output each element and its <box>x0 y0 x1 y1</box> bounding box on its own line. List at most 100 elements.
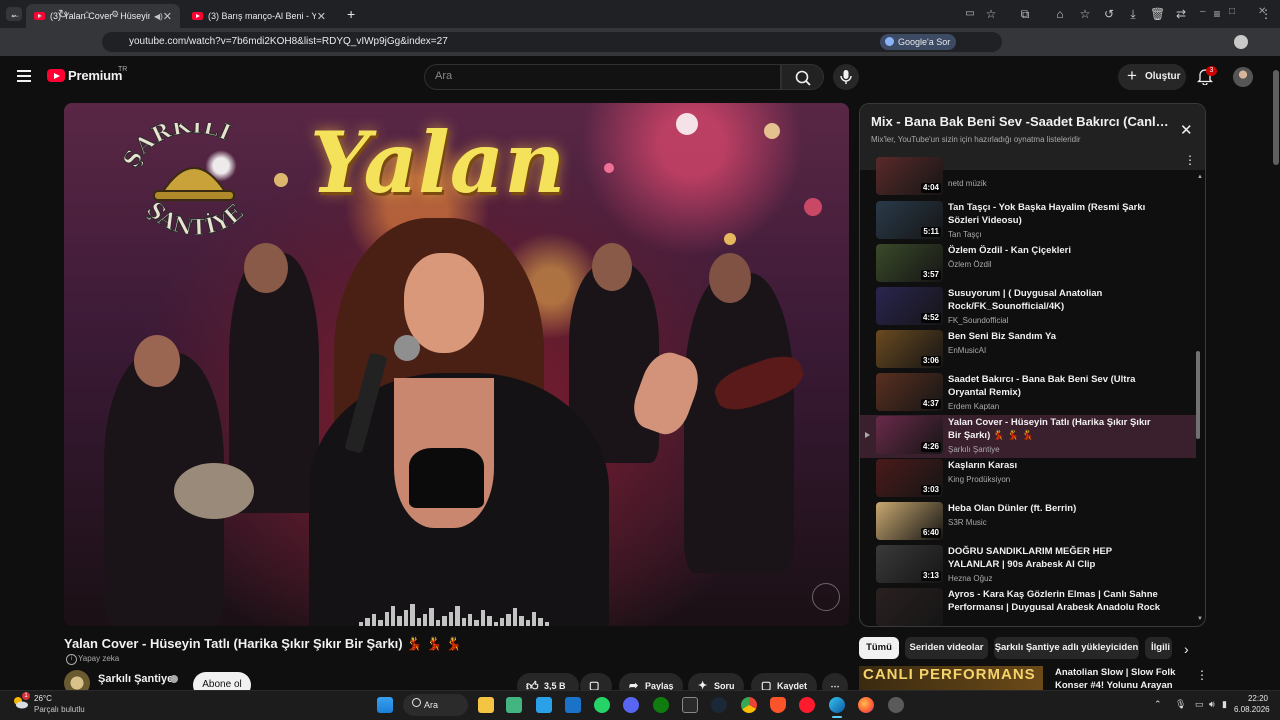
new-tab-button[interactable]: + <box>347 6 355 22</box>
reading-list-icon[interactable]: ≡ <box>1210 7 1224 21</box>
channel-name[interactable]: Şarkılı Şantiye <box>98 673 173 685</box>
windows-start-icon[interactable] <box>377 697 393 713</box>
playlist-item[interactable]: 5:11 Tan Taşçı - Yok Başka Hayalim (Resmi… <box>860 200 1196 243</box>
edge-icon[interactable] <box>829 697 845 713</box>
battery-icon[interactable]: ▮ <box>1222 699 1227 710</box>
youtube-logo-icon[interactable] <box>47 69 65 82</box>
create-button[interactable]: Oluştur <box>1118 63 1186 90</box>
playlist-item-thumbnail[interactable]: 3:03 <box>876 459 943 497</box>
playlist-title[interactable]: Mix - Bana Bak Beni Sev -Saadet Bakırcı … <box>871 114 1171 129</box>
translate-icon[interactable]: ⇄ <box>1174 7 1188 21</box>
browser-menu-icon[interactable]: ⋮ <box>1259 7 1273 21</box>
playlist-item[interactable]: 3:03 Kaşların Karası King Prodüksiyon <box>860 458 1196 501</box>
taskbar-clock[interactable]: 22:20 6.08.2026 <box>1234 693 1270 715</box>
playlist-item-thumbnail[interactable]: 3:06 <box>876 330 943 368</box>
network-icon[interactable]: ▭ <box>1195 699 1204 710</box>
playlist-item-thumbnail[interactable]: 4:26 <box>876 416 943 454</box>
playlist-item-thumbnail[interactable]: 3:57 <box>876 244 943 282</box>
settings-icon[interactable] <box>888 697 904 713</box>
firefox-icon[interactable] <box>858 697 874 713</box>
extensions-icon[interactable]: ⧉ <box>1018 7 1032 21</box>
tab-active[interactable]: (3) Yalan Cover - Hüseyin Ta ◀) ✕ <box>26 4 180 28</box>
brave-icon[interactable] <box>770 697 786 713</box>
playlist-item-title[interactable]: Tan Taşçı - Yok Başka Hayalim (Resmi Şar… <box>948 201 1163 227</box>
history-icon[interactable]: ↺ <box>1102 7 1116 21</box>
recommended-title[interactable]: Anatolian Slow | Slow Folk Konser #4! Yo… <box>1055 666 1180 690</box>
chip-series[interactable]: Seriden videolar <box>905 637 988 659</box>
account-avatar[interactable] <box>1233 67 1253 87</box>
microphone-tray-icon[interactable]: 🎙︎ <box>1175 699 1186 710</box>
playlist-item-thumbnail[interactable]: 4:37 <box>876 373 943 411</box>
search-button[interactable] <box>781 64 824 90</box>
playlist-item-title[interactable]: Ben Seni Biz Sandım Ya <box>948 330 1163 343</box>
channel-watermark-icon[interactable] <box>812 583 840 611</box>
ai-generated-tag[interactable]: Yapay zeka <box>66 654 119 665</box>
playlist-item-title[interactable]: Saadet Bakırcı - Bana Bak Beni Sev (Ultr… <box>948 373 1163 399</box>
tab-close-icon[interactable]: ✕ <box>163 10 172 23</box>
close-playlist-icon[interactable]: ✕ <box>1180 121 1193 139</box>
playlist-item[interactable]: 3:57 Özlem Özdil - Kan Çiçekleri Özlem Özd… <box>860 243 1196 286</box>
chip-all[interactable]: Tümü <box>859 637 899 659</box>
ask-google-button[interactable]: Google'a Sor <box>880 34 957 50</box>
forward-icon[interactable]: → <box>32 7 46 21</box>
outlook-icon[interactable] <box>565 697 581 713</box>
playlist-item-thumbnail[interactable]: 4:52 <box>876 287 943 325</box>
logo-text[interactable]: Premium <box>68 68 122 83</box>
opera-icon[interactable] <box>799 697 815 713</box>
playlist-scroll-down-icon[interactable]: ▼ <box>1197 616 1203 622</box>
incognito-icon[interactable]: ⌂ <box>1053 7 1067 21</box>
back-icon[interactable]: ← <box>8 7 22 21</box>
home-icon[interactable]: ⌂ <box>80 7 94 21</box>
store-icon[interactable] <box>536 697 552 713</box>
chip-related[interactable]: İlgili <box>1145 637 1172 659</box>
weather-temperature[interactable]: 26°C <box>34 694 52 703</box>
favorites-icon[interactable]: ☆ <box>1078 7 1092 21</box>
playlist-item-title[interactable]: DOĞRU SANDIKLARIM MEĞER HEP YALANLAR | 9… <box>948 545 1163 571</box>
reload-icon[interactable]: ↻ <box>56 7 70 21</box>
hamburger-menu-icon[interactable] <box>17 70 31 82</box>
file-explorer-icon[interactable] <box>478 697 494 713</box>
voice-search-button[interactable] <box>833 64 859 90</box>
bookmark-star-icon[interactable]: ☆ <box>984 7 998 21</box>
search-input[interactable] <box>424 64 781 90</box>
playlist-item-thumbnail[interactable]: 4:04 <box>876 157 943 195</box>
profile-avatar-icon[interactable] <box>1234 35 1248 49</box>
playlist-item[interactable]: 4:26 Yalan Cover - Hüseyin Tatlı (Harika … <box>860 415 1196 458</box>
download-icon[interactable]: ⤓ <box>1126 7 1140 21</box>
playlist-item[interactable]: 3:13 DOĞRU SANDIKLARIM MEĞER HEP YALANLAR… <box>860 544 1196 587</box>
chip-uploader[interactable]: Şarkılı Şantiye adlı yükleyiciden <box>994 637 1139 659</box>
playlist-item[interactable]: 3:06 Ben Seni Biz Sandım Ya EnMusicAI <box>860 329 1196 372</box>
cast-icon[interactable]: ▭ <box>963 7 977 21</box>
chevron-right-icon[interactable]: › <box>1184 641 1189 657</box>
playlist-item-thumbnail[interactable]: 5:11 <box>876 201 943 239</box>
maximize-button[interactable]: □ <box>1229 6 1235 17</box>
playlist-item-title[interactable]: Ayros - Kara Kaş Gözlerin Elmas | Canlı … <box>948 588 1163 614</box>
epic-games-icon[interactable] <box>682 697 698 713</box>
discord-icon[interactable] <box>623 697 639 713</box>
recommended-thumbnail[interactable]: CANLI PERFORMANS <box>859 666 1043 690</box>
xbox-icon[interactable] <box>653 697 669 713</box>
playlist-item-thumbnail[interactable] <box>876 588 943 626</box>
playlist-item-title[interactable]: Yalan Cover - Hüseyin Tatlı (Harika Şıkı… <box>948 416 1163 442</box>
playlist-item-title[interactable]: Kaşların Karası <box>948 459 1163 472</box>
chrome-icon[interactable] <box>741 697 757 713</box>
playlist-item[interactable]: 6:40 Heba Olan Dünler (ft. Berrin) S3R Mus… <box>860 501 1196 544</box>
playlist-item[interactable]: 4:52 Susuyorum | ( Duygusal Anatolian Roc… <box>860 286 1196 329</box>
tab-close-icon[interactable]: ✕ <box>317 10 326 23</box>
site-info-icon[interactable]: ⚙ <box>108 7 122 21</box>
steam-icon[interactable] <box>711 697 727 713</box>
whatsapp-icon[interactable] <box>594 697 610 713</box>
playlist-scrollbar[interactable] <box>1196 351 1200 439</box>
url-text[interactable]: youtube.com/watch?v=7b6mdi2KOH8&list=RDY… <box>129 36 448 47</box>
playlist-item-thumbnail[interactable]: 6:40 <box>876 502 943 540</box>
tray-chevron-icon[interactable]: ⌃ <box>1154 699 1162 710</box>
weather-description[interactable]: Parçalı bulutlu <box>34 705 85 714</box>
playlist-item[interactable]: Ayros - Kara Kaş Gözlerin Elmas | Canlı … <box>860 587 1196 626</box>
tab-inactive[interactable]: (3) Barış manço-Al Beni - YouTube ✕ <box>184 4 334 28</box>
playlist-item[interactable]: 4:37 Saadet Bakırcı - Bana Bak Beni Sev (… <box>860 372 1196 415</box>
volume-icon[interactable]: 🔊︎ <box>1209 699 1215 710</box>
playlist-item-title[interactable]: Susuyorum | ( Duygusal Anatolian Rock/FK… <box>948 287 1163 313</box>
playlist-item-title[interactable]: Özlem Özdil - Kan Çiçekleri <box>948 244 1163 257</box>
playlist-item-thumbnail[interactable]: 3:13 <box>876 545 943 583</box>
video-player[interactable]: Yalan ŞARKILI ŞANTİYE <box>64 103 849 626</box>
